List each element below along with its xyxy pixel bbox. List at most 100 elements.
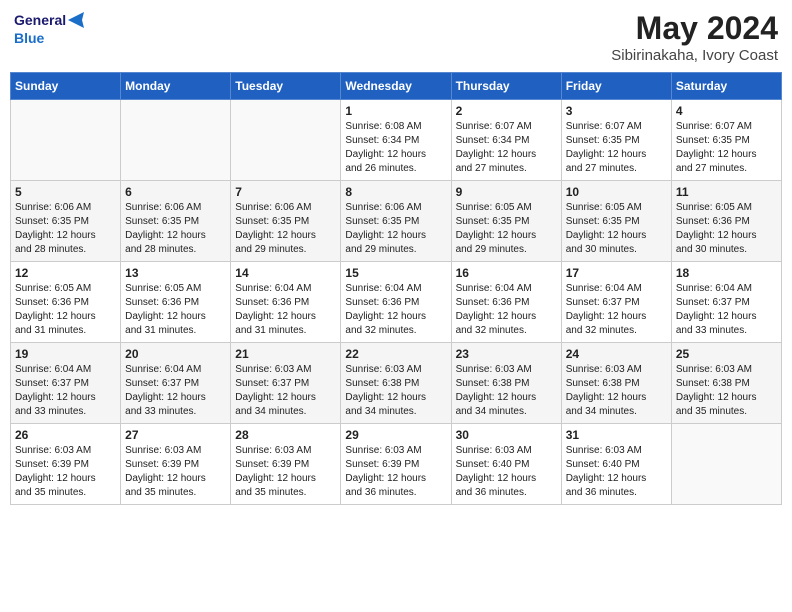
calendar-cell: 8Sunrise: 6:06 AM Sunset: 6:35 PM Daylig… [341,181,451,262]
day-number: 30 [456,428,557,442]
calendar-cell: 19 Sunrise: 6:04 AM Sunset: 6:37 PM Dayli… [11,343,121,424]
logo-icon [66,10,88,30]
day-number: 10 [566,185,667,199]
day-number: 28 [235,428,336,442]
day-info: Sunrise: 6:04 AM Sunset: 6:37 PM Dayligh… [566,282,667,338]
day-number: 27 [125,428,226,442]
week-row-5: 26 Sunrise: 6:03 AM Sunset: 6:39 PM Dayli… [11,424,782,505]
calendar-cell: 3 Sunrise: 6:07 AM Sunset: 6:35 PM Daylig… [561,100,671,181]
day-header-sunday: Sunday [11,73,121,100]
calendar-cell: 14 Sunrise: 6:04 AM Sunset: 6:36 PM Dayli… [231,262,341,343]
calendar-cell [671,424,781,505]
calendar-cell: 11Sunrise: 6:05 AM Sunset: 6:36 PM Dayli… [671,181,781,262]
day-header-thursday: Thursday [451,73,561,100]
day-info: Sunrise: 6:03 AM Sunset: 6:38 PM Dayligh… [345,363,446,419]
calendar-cell: 15Sunrise: 6:04 AM Sunset: 6:36 PM Dayli… [341,262,451,343]
day-number: 5 [15,185,116,199]
day-number: 2 [456,104,557,118]
day-info: Sunrise: 6:08 AM Sunset: 6:34 PM Dayligh… [345,120,446,176]
day-info: Sunrise: 6:04 AM Sunset: 6:37 PM Dayligh… [15,363,116,419]
day-info: Sunrise: 6:07 AM Sunset: 6:35 PM Dayligh… [676,120,777,176]
calendar-cell [121,100,231,181]
day-number: 19 [15,347,116,361]
calendar-cell: 27 Sunrise: 6:03 AM Sunset: 6:39 PM Dayli… [121,424,231,505]
day-info: Sunrise: 6:06 AM Sunset: 6:35 PM Dayligh… [125,201,226,257]
calendar-cell: 23 Sunrise: 6:03 AM Sunset: 6:38 PM Dayli… [451,343,561,424]
day-info: Sunrise: 6:03 AM Sunset: 6:39 PM Dayligh… [345,444,446,500]
day-info: Sunrise: 6:03 AM Sunset: 6:38 PM Dayligh… [676,363,777,419]
calendar-cell: 13 Sunrise: 6:05 AM Sunset: 6:36 PM Dayli… [121,262,231,343]
day-info: Sunrise: 6:03 AM Sunset: 6:37 PM Dayligh… [235,363,336,419]
day-number: 16 [456,266,557,280]
day-header-friday: Friday [561,73,671,100]
day-number: 15 [345,266,446,280]
day-info: Sunrise: 6:03 AM Sunset: 6:39 PM Dayligh… [125,444,226,500]
calendar-cell: 9 Sunrise: 6:05 AM Sunset: 6:35 PM Daylig… [451,181,561,262]
day-number: 20 [125,347,226,361]
day-info: Sunrise: 6:04 AM Sunset: 6:37 PM Dayligh… [125,363,226,419]
day-info: Sunrise: 6:05 AM Sunset: 6:36 PM Dayligh… [125,282,226,338]
day-number: 8 [345,185,446,199]
day-header-wednesday: Wednesday [341,73,451,100]
week-row-1: 1 Sunrise: 6:08 AM Sunset: 6:34 PM Daylig… [11,100,782,181]
day-info: Sunrise: 6:03 AM Sunset: 6:38 PM Dayligh… [566,363,667,419]
day-info: Sunrise: 6:04 AM Sunset: 6:36 PM Dayligh… [456,282,557,338]
calendar-cell: 28 Sunrise: 6:03 AM Sunset: 6:39 PM Dayli… [231,424,341,505]
day-number: 26 [15,428,116,442]
days-header-row: SundayMondayTuesdayWednesdayThursdayFrid… [11,73,782,100]
day-info: Sunrise: 6:05 AM Sunset: 6:36 PM Dayligh… [676,201,777,257]
calendar-cell: 10Sunrise: 6:05 AM Sunset: 6:35 PM Dayli… [561,181,671,262]
day-number: 24 [566,347,667,361]
week-row-4: 19 Sunrise: 6:04 AM Sunset: 6:37 PM Dayli… [11,343,782,424]
day-number: 31 [566,428,667,442]
day-number: 9 [456,185,557,199]
day-number: 1 [345,104,446,118]
day-number: 13 [125,266,226,280]
day-header-saturday: Saturday [671,73,781,100]
main-title: May 2024 [611,10,778,47]
day-number: 22 [345,347,446,361]
day-number: 25 [676,347,777,361]
calendar-cell: 2 Sunrise: 6:07 AM Sunset: 6:34 PM Daylig… [451,100,561,181]
day-header-monday: Monday [121,73,231,100]
day-info: Sunrise: 6:05 AM Sunset: 6:35 PM Dayligh… [456,201,557,257]
calendar-cell: 12Sunrise: 6:05 AM Sunset: 6:36 PM Dayli… [11,262,121,343]
day-number: 23 [456,347,557,361]
day-info: Sunrise: 6:04 AM Sunset: 6:36 PM Dayligh… [235,282,336,338]
day-number: 7 [235,185,336,199]
day-info: Sunrise: 6:03 AM Sunset: 6:39 PM Dayligh… [235,444,336,500]
day-info: Sunrise: 6:04 AM Sunset: 6:37 PM Dayligh… [676,282,777,338]
day-number: 21 [235,347,336,361]
calendar-cell: 1 Sunrise: 6:08 AM Sunset: 6:34 PM Daylig… [341,100,451,181]
page-header: General Blue May 2024 Sibirinakaha, Ivor… [10,10,782,64]
day-info: Sunrise: 6:03 AM Sunset: 6:40 PM Dayligh… [456,444,557,500]
week-row-3: 12Sunrise: 6:05 AM Sunset: 6:36 PM Dayli… [11,262,782,343]
calendar-cell: 25 Sunrise: 6:03 AM Sunset: 6:38 PM Dayli… [671,343,781,424]
calendar-cell: 4 Sunrise: 6:07 AM Sunset: 6:35 PM Daylig… [671,100,781,181]
calendar-cell [11,100,121,181]
day-info: Sunrise: 6:03 AM Sunset: 6:39 PM Dayligh… [15,444,116,500]
title-block: May 2024 Sibirinakaha, Ivory Coast [611,10,778,64]
day-info: Sunrise: 6:07 AM Sunset: 6:34 PM Dayligh… [456,120,557,176]
logo-text-blue: Blue [14,30,44,47]
calendar-cell: 29 Sunrise: 6:03 AM Sunset: 6:39 PM Dayli… [341,424,451,505]
day-info: Sunrise: 6:06 AM Sunset: 6:35 PM Dayligh… [235,201,336,257]
day-number: 18 [676,266,777,280]
day-number: 3 [566,104,667,118]
week-row-2: 5 Sunrise: 6:06 AM Sunset: 6:35 PM Daylig… [11,181,782,262]
day-info: Sunrise: 6:06 AM Sunset: 6:35 PM Dayligh… [15,201,116,257]
day-info: Sunrise: 6:07 AM Sunset: 6:35 PM Dayligh… [566,120,667,176]
day-info: Sunrise: 6:05 AM Sunset: 6:36 PM Dayligh… [15,282,116,338]
day-number: 17 [566,266,667,280]
day-number: 29 [345,428,446,442]
calendar-cell: 31Sunrise: 6:03 AM Sunset: 6:40 PM Dayli… [561,424,671,505]
calendar-table: SundayMondayTuesdayWednesdayThursdayFrid… [10,72,782,505]
day-number: 4 [676,104,777,118]
day-number: 14 [235,266,336,280]
calendar-cell: 7 Sunrise: 6:06 AM Sunset: 6:35 PM Daylig… [231,181,341,262]
calendar-cell [231,100,341,181]
day-info: Sunrise: 6:03 AM Sunset: 6:38 PM Dayligh… [456,363,557,419]
calendar-cell: 17 Sunrise: 6:04 AM Sunset: 6:37 PM Dayli… [561,262,671,343]
calendar-cell: 21 Sunrise: 6:03 AM Sunset: 6:37 PM Dayli… [231,343,341,424]
logo-text-general: General [14,12,66,29]
